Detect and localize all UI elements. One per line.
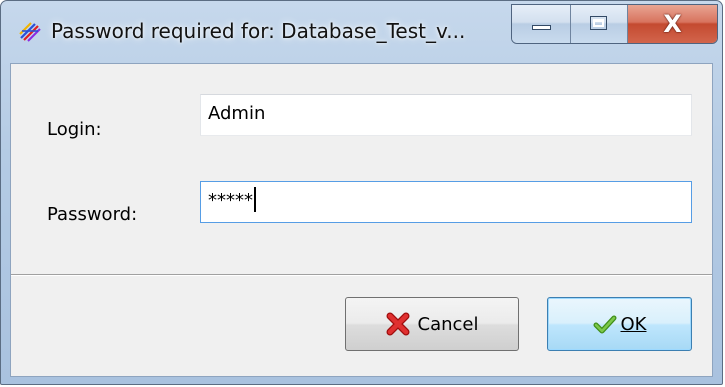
- close-button[interactable]: X: [628, 5, 717, 43]
- caption-buttons: X: [511, 4, 718, 44]
- password-label: Password:: [47, 204, 138, 225]
- password-input[interactable]: *****: [200, 181, 692, 223]
- login-input[interactable]: Admin: [200, 94, 692, 136]
- login-value: Admin: [208, 103, 266, 124]
- minimize-button[interactable]: [512, 5, 571, 43]
- ok-label: OK: [620, 313, 647, 335]
- maximize-button[interactable]: [571, 5, 628, 43]
- green-check-icon: [593, 315, 616, 334]
- password-value: *****: [208, 190, 253, 211]
- window-title: Password required for: Database_Test_v..…: [51, 19, 466, 43]
- title-bar[interactable]: Password required for: Database_Test_v..…: [1, 1, 722, 63]
- red-x-icon: [386, 312, 409, 336]
- dialog-body: Login: Admin Password: ***** Cancel OK: [10, 63, 713, 377]
- separator: [11, 274, 712, 276]
- app-logo-icon: [19, 22, 41, 42]
- cancel-label: Cancel: [417, 313, 479, 335]
- minimize-icon: [532, 25, 551, 30]
- ok-button[interactable]: OK: [547, 297, 692, 351]
- password-dialog: Password required for: Database_Test_v..…: [0, 0, 723, 385]
- close-icon: X: [663, 10, 682, 38]
- maximize-icon: [590, 16, 607, 30]
- text-caret: [254, 187, 256, 212]
- cancel-button[interactable]: Cancel: [345, 297, 519, 351]
- login-label: Login:: [47, 119, 102, 140]
